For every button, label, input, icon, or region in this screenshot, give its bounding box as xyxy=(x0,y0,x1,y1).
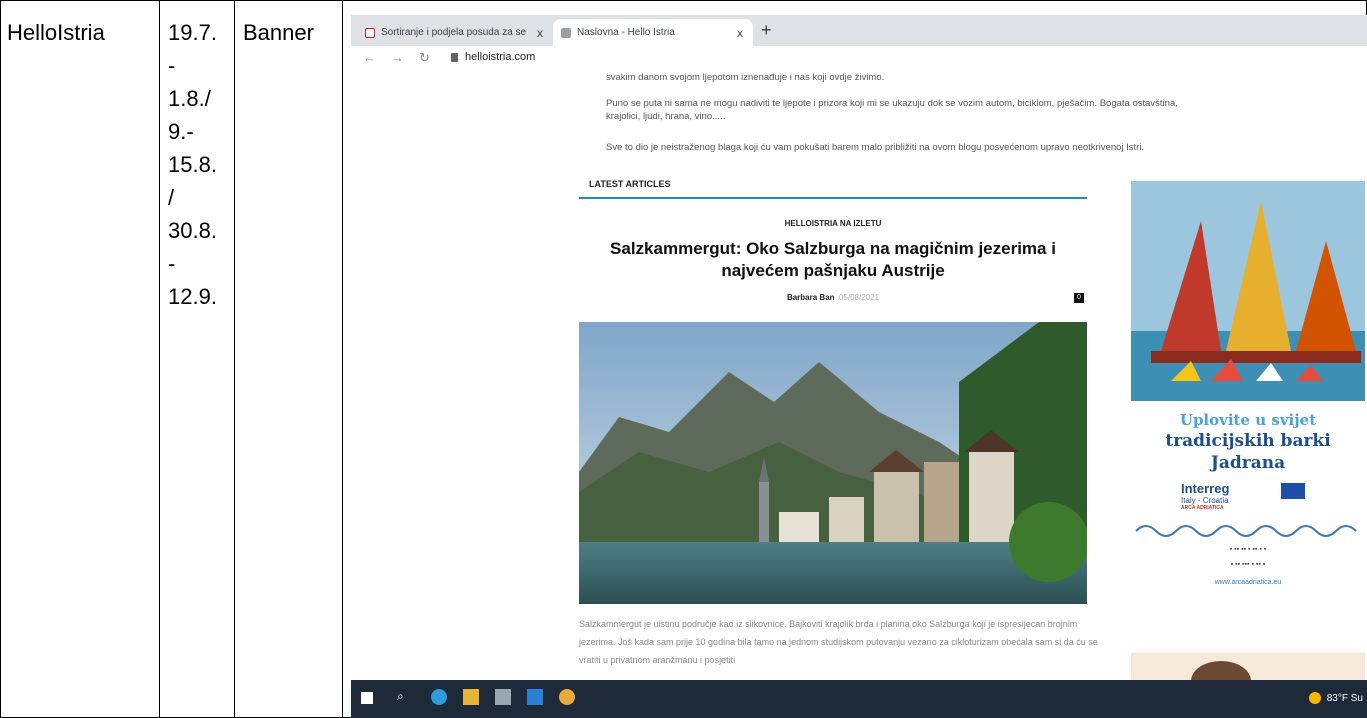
article-title[interactable]: Salzkammergut: Oko Salzburga na magičnim… xyxy=(579,238,1087,282)
article-byline: Barbara Ban 05/08/2021 xyxy=(579,293,1087,302)
mail-icon[interactable] xyxy=(527,689,543,705)
intro-text: krajolici, ljudi, hrana, vino..... xyxy=(606,111,726,122)
browser-toolbar: ← → ↻ helloistria.com xyxy=(351,46,1367,74)
ad-brand-sub2: ARCA ADRIATICA xyxy=(1181,505,1224,511)
article-author[interactable]: Barbara Ban xyxy=(787,293,835,302)
site-favicon xyxy=(561,27,571,38)
eu-flag-icon xyxy=(1281,483,1305,499)
windows-taskbar: ⌕ 83°F Su xyxy=(351,680,1367,718)
ad-partner-logos: ▪ ▪▪ ▪▪▪ ▪ ▪▪ ▪ xyxy=(1230,561,1266,568)
ad-sailboats-image xyxy=(1131,181,1365,401)
lock-icon xyxy=(451,53,458,62)
article-excerpt: Salzkammergut je uistinu područje kao iz… xyxy=(579,619,1098,665)
ad-website[interactable]: www.arcaadriatica.eu xyxy=(1131,579,1365,586)
table-divider xyxy=(342,1,343,717)
ad-banner[interactable]: Uplovite u svijet tradicijskih barki Jad… xyxy=(1131,181,1365,617)
intro-text: svakim danom svojom ljepotom iznenađuje … xyxy=(606,72,885,83)
section-divider xyxy=(579,197,1087,199)
ad-partner-logos: ▪ ▪▪ ▪▪ ▪ ▪▪ ▪ ▪ xyxy=(1229,546,1267,553)
back-arrow-icon[interactable]: ← xyxy=(363,50,376,65)
sun-icon xyxy=(1308,692,1321,704)
table-cell-dates: 19.7. - 1.8./ 9.- 15.8. / 30.8. - 12.9. xyxy=(168,20,217,309)
store-icon[interactable] xyxy=(495,689,511,705)
tab-helloistria[interactable]: Naslovna - Hello Istria x xyxy=(553,19,753,46)
close-tab-button[interactable]: x xyxy=(537,26,543,40)
article-category[interactable]: HELLOISTRIA NA IZLETU xyxy=(579,219,1087,228)
ad-line-1: Uplovite u svijet xyxy=(1179,411,1317,429)
new-tab-button[interactable]: + xyxy=(761,20,772,41)
gmail-icon xyxy=(365,27,375,38)
address-bar[interactable]: helloistria.com xyxy=(465,51,535,63)
table-cell-type: Banner xyxy=(243,20,314,45)
article-image[interactable] xyxy=(579,322,1087,604)
weather-widget[interactable]: 83°F Su xyxy=(1308,692,1363,704)
comment-count-badge[interactable]: 0 xyxy=(1074,293,1084,303)
browser-screenshot: Sortiranje i podjela posuda za se x Nasl… xyxy=(351,15,1367,718)
article-date: 05/08/2021 xyxy=(838,293,880,302)
weather-text: 83°F Su xyxy=(1326,692,1363,704)
chrome-icon[interactable] xyxy=(559,689,575,705)
close-tab-button[interactable]: x xyxy=(737,26,743,40)
tab-label: Naslovna - Hello Istria xyxy=(577,27,675,38)
ad-brand-block: Interreg Italy - Croatia ARCA ADRIATICA xyxy=(1181,481,1321,511)
edge-icon[interactable] xyxy=(431,689,447,705)
wave-divider-icon xyxy=(1135,525,1357,537)
forward-arrow-icon[interactable]: → xyxy=(391,50,404,65)
web-page: svakim danom svojom ljepotom iznenađuje … xyxy=(351,72,1367,683)
table-divider xyxy=(234,1,235,717)
file-explorer-icon[interactable] xyxy=(463,689,479,705)
tab-bar: Sortiranje i podjela posuda za se x Nasl… xyxy=(351,15,1367,46)
ad-line-2: tradicijskih barki xyxy=(1165,431,1331,451)
search-icon[interactable]: ⌕ xyxy=(397,689,413,705)
section-title: LATEST ARTICLES xyxy=(589,179,671,189)
windows-start-icon[interactable] xyxy=(361,692,373,704)
tab-label: Sortiranje i podjela posuda za se xyxy=(381,27,527,38)
tab-gmail[interactable]: Sortiranje i podjela posuda za se x xyxy=(357,19,553,46)
table-divider xyxy=(159,1,160,717)
intro-text: Sve to dio je neistraženog blaga koji ću… xyxy=(606,142,1145,153)
reload-icon[interactable]: ↻ xyxy=(419,50,430,66)
table-cell-site: HelloIstria xyxy=(7,20,105,45)
second-ad-banner[interactable] xyxy=(1131,653,1365,683)
intro-text: Puno se puta ni sama ne mogu nadiviti te… xyxy=(606,98,1178,109)
ad-line-3: Jadrana xyxy=(1210,453,1286,473)
